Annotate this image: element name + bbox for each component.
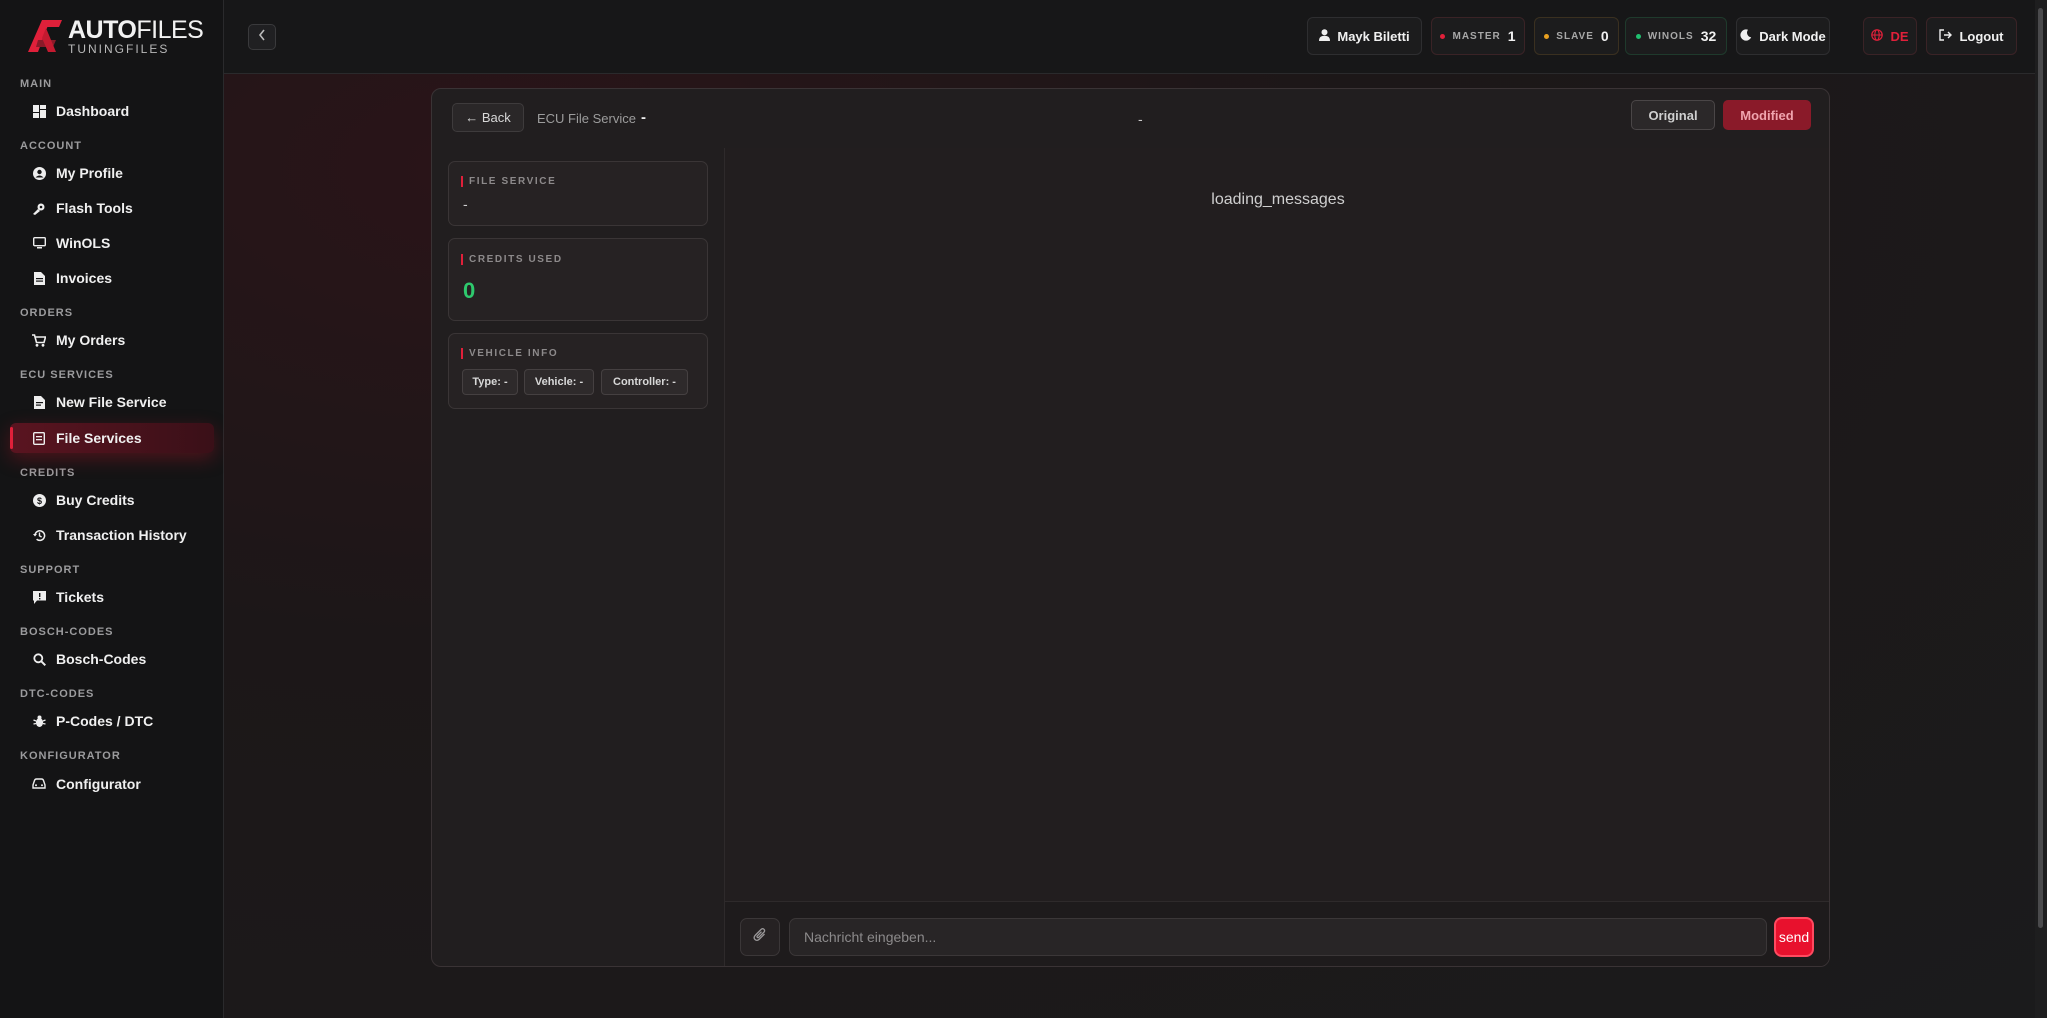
credits-used-card: CREDITS USED 0	[448, 238, 708, 321]
section-dtc-codes: DTC-CODES	[20, 688, 95, 700]
user-name: Mayk Biletti	[1337, 28, 1410, 44]
sidebar-item-new-file-service[interactable]: New File Service	[10, 387, 214, 417]
ticket-icon	[32, 590, 46, 604]
sidebar-item-configurator[interactable]: Configurator	[10, 769, 214, 799]
moon-icon	[1740, 28, 1752, 44]
back-button[interactable]: ← Back	[452, 103, 524, 132]
car-icon	[32, 777, 46, 791]
brand-logo[interactable]: AUTOFILES TUNINGFILES	[26, 16, 206, 56]
dashboard-icon	[32, 104, 46, 118]
master-credits-badge: MASTER 1	[1431, 17, 1525, 55]
card-title: CREDITS USED	[461, 254, 563, 265]
file-list-icon	[32, 431, 46, 445]
loading-message: loading_messages	[1211, 191, 1345, 208]
vehicle-type-chip: Type: -	[462, 369, 518, 395]
history-icon	[32, 528, 46, 542]
section-credits: CREDITS	[20, 467, 76, 479]
section-konfigurator: KONFIGURATOR	[20, 750, 121, 762]
sidebar-item-my-profile[interactable]: My Profile	[10, 158, 214, 188]
paperclip-icon	[753, 927, 767, 947]
sidebar-item-p-codes-dtc[interactable]: P-Codes / DTC	[10, 706, 214, 736]
message-input[interactable]	[789, 918, 1767, 956]
collapse-sidebar-button[interactable]	[248, 24, 276, 50]
svg-text:$: $	[36, 496, 41, 506]
sidebar: AUTOFILES TUNINGFILES MAIN Dashboard ACC…	[0, 0, 224, 1018]
winols-credits-badge: WINOLS 32	[1625, 17, 1727, 55]
sidebar-item-transaction-history[interactable]: Transaction History	[10, 520, 214, 550]
logout-button[interactable]: Logout	[1926, 17, 2017, 55]
top-bar: Mayk Biletti MASTER 1 SLAVE 0 WINOLS 32 …	[224, 0, 2047, 74]
dark-mode-toggle[interactable]: Dark Mode	[1736, 17, 1830, 55]
page-scrollbar[interactable]	[2035, 0, 2047, 1018]
logo-mark-icon	[26, 18, 66, 54]
sidebar-item-file-services[interactable]: File Services	[10, 423, 214, 453]
chevron-left-icon	[258, 28, 266, 46]
sidebar-item-buy-credits[interactable]: $ Buy Credits	[10, 485, 214, 515]
send-button[interactable]: send	[1774, 917, 1814, 957]
tab-modified[interactable]: Modified	[1723, 100, 1811, 130]
user-circle-icon	[32, 166, 46, 180]
dollar-icon: $	[32, 493, 46, 507]
message-area: loading_messages send	[724, 148, 1829, 966]
file-service-panel: ← Back ECU File Service - - Original Mod…	[431, 88, 1830, 967]
logo-text: AUTOFILES TUNINGFILES	[68, 15, 204, 56]
card-title: VEHICLE INFO	[461, 348, 558, 359]
sidebar-item-bosch-codes[interactable]: Bosch-Codes	[10, 644, 214, 674]
message-composer: send	[725, 901, 1829, 966]
sidebar-item-dashboard[interactable]: Dashboard	[10, 96, 214, 126]
document-icon	[32, 271, 46, 285]
credits-used-value: 0	[463, 278, 476, 303]
breadcrumb: ECU File Service	[537, 111, 636, 126]
vehicle-info-card: VEHICLE INFO Type: - Vehicle: - Controll…	[448, 333, 708, 409]
section-support: SUPPORT	[20, 564, 81, 576]
language-switch[interactable]: DE	[1863, 17, 1917, 55]
globe-icon	[1871, 28, 1884, 44]
sidebar-item-invoices[interactable]: Invoices	[10, 263, 214, 293]
file-title: -	[1138, 111, 1143, 127]
winols-status-dot	[1635, 33, 1641, 39]
user-menu-button[interactable]: Mayk Biletti	[1307, 17, 1422, 55]
file-icon	[32, 395, 46, 409]
attach-button[interactable]	[740, 918, 780, 956]
user-icon	[1319, 28, 1331, 44]
card-title: FILE SERVICE	[461, 176, 556, 187]
sidebar-item-tickets[interactable]: Tickets	[10, 582, 214, 612]
section-main: MAIN	[20, 78, 53, 90]
sidebar-item-winols[interactable]: WinOLS	[10, 228, 214, 258]
file-service-value: -	[463, 196, 468, 212]
monitor-icon	[32, 236, 46, 250]
section-orders: ORDERS	[20, 307, 74, 319]
slave-status-dot	[1544, 33, 1550, 39]
slave-credits-badge: SLAVE 0	[1534, 17, 1619, 55]
tab-original[interactable]: Original	[1631, 100, 1715, 130]
logout-icon	[1939, 28, 1953, 44]
cart-icon	[32, 333, 46, 347]
section-ecu-services: ECU SERVICES	[20, 369, 114, 381]
sidebar-item-flash-tools[interactable]: Flash Tools	[10, 193, 214, 223]
search-icon	[32, 652, 46, 666]
sidebar-nav: MAIN Dashboard ACCOUNT My Profile Flash …	[0, 76, 224, 799]
bug-icon	[32, 714, 46, 728]
section-bosch-codes: BOSCH-CODES	[20, 626, 114, 638]
file-service-card: FILE SERVICE -	[448, 161, 708, 226]
master-status-dot	[1440, 33, 1446, 39]
controller-chip: Controller: -	[601, 369, 688, 395]
sidebar-item-my-orders[interactable]: My Orders	[10, 325, 214, 355]
tools-icon	[32, 201, 46, 215]
scrollbar-thumb[interactable]	[2038, 8, 2043, 928]
vehicle-chip: Vehicle: -	[524, 369, 594, 395]
section-account: ACCOUNT	[20, 140, 82, 152]
breadcrumb-value: -	[641, 109, 646, 126]
